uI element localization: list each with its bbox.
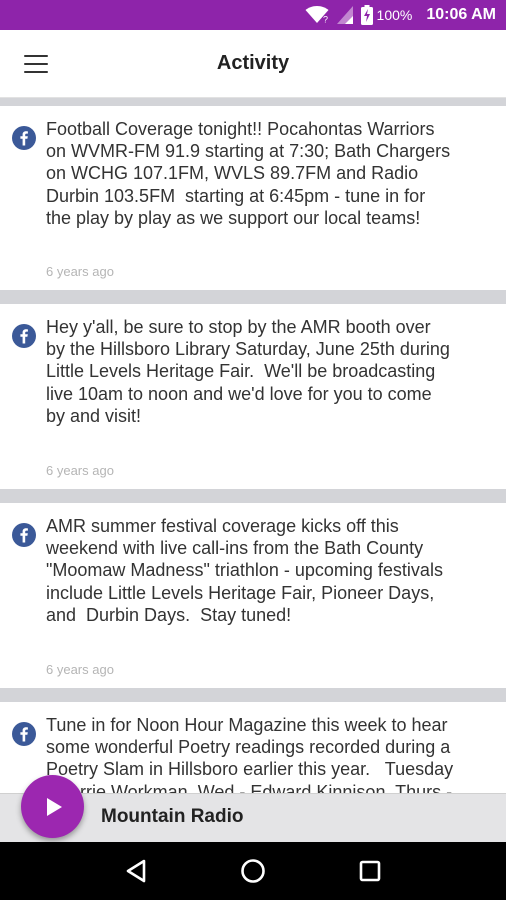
page-title: Activity (216, 52, 290, 74)
post-text: AMR summer festival coverage kicks off t… (46, 516, 443, 625)
feed-divider (0, 489, 506, 503)
svg-text:?: ? (323, 15, 328, 25)
play-button[interactable] (21, 775, 84, 838)
back-icon[interactable] (118, 853, 154, 889)
recents-icon[interactable] (352, 853, 388, 889)
feed-item[interactable]: AMR summer festival coverage kicks off t… (0, 503, 506, 688)
signal-icon (336, 6, 353, 24)
home-icon[interactable] (235, 853, 271, 889)
app-bar: Activity (0, 30, 506, 98)
hamburger-menu-icon[interactable] (22, 52, 50, 76)
post-text: Football Coverage tonight!! Pocahontas W… (46, 119, 451, 228)
battery-percent: 100% (376, 7, 413, 23)
feed-item[interactable]: Football Coverage tonight!! Pocahontas W… (0, 106, 506, 290)
status-bar: ? 100% 10:06 AM (0, 0, 506, 30)
feed-item[interactable]: Hey y'all, be sure to stop by the AMR bo… (0, 304, 506, 489)
feed-divider (0, 290, 506, 304)
post-text: Tune in for Noon Hour Magazine this week… (46, 715, 454, 798)
post-timestamp: 6 years ago (46, 662, 114, 677)
facebook-icon (12, 722, 36, 746)
feed-item[interactable]: Tune in for Noon Hour Magazine this week… (0, 702, 506, 798)
station-name: Mountain Radio (101, 806, 244, 827)
battery-charging-icon (360, 5, 373, 25)
system-nav-bar (0, 842, 506, 900)
wifi-icon: ? (305, 6, 329, 24)
activity-feed[interactable]: Football Coverage tonight!! Pocahontas W… (0, 98, 506, 798)
facebook-icon (12, 324, 36, 348)
post-timestamp: 6 years ago (46, 264, 114, 279)
feed-divider (0, 688, 506, 702)
feed-divider (0, 98, 506, 106)
play-icon (42, 796, 64, 818)
clock: 10:06 AM (426, 6, 496, 23)
post-timestamp: 6 years ago (46, 463, 114, 478)
facebook-icon (12, 523, 36, 547)
facebook-icon (12, 126, 36, 150)
post-text: Hey y'all, be sure to stop by the AMR bo… (46, 317, 450, 426)
